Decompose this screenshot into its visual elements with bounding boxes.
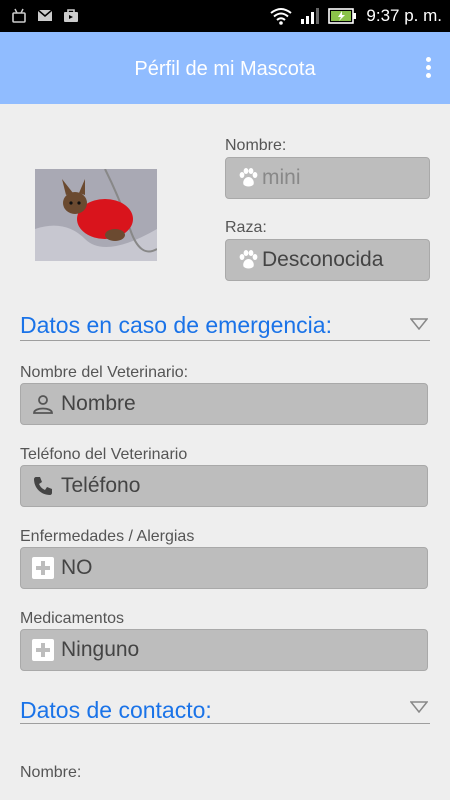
paw-icon — [234, 164, 262, 192]
clock: 9:37 p. m. — [366, 6, 442, 25]
overflow-menu-icon[interactable] — [422, 57, 434, 81]
diseases-value: NO — [61, 556, 93, 579]
battery-charging-icon — [328, 8, 357, 24]
medications-value: Ninguno — [61, 638, 140, 661]
signal-icon — [301, 8, 320, 24]
notification-icons — [10, 6, 80, 24]
emergency-section-title[interactable]: Datos en caso de emergencia: — [20, 312, 332, 339]
page-title: Pérfil de mi Mascota — [134, 58, 316, 80]
medications-field[interactable]: Ninguno — [20, 629, 428, 671]
app-bar: Pérfil de mi Mascota — [0, 32, 450, 104]
vet-name-field[interactable]: Nombre — [20, 383, 428, 425]
diseases-label: Enfermedades / Alergias — [20, 528, 195, 545]
vet-name-placeholder: Nombre — [61, 392, 136, 415]
contact-section-title[interactable]: Datos de contacto: — [20, 697, 212, 724]
section-divider — [20, 723, 430, 724]
medical-cross-icon — [29, 554, 57, 582]
vet-phone-field[interactable]: Teléfono — [20, 465, 428, 507]
store-bag-icon — [64, 9, 78, 22]
chevron-down-icon[interactable] — [410, 318, 428, 330]
pet-name-field[interactable]: mini — [225, 157, 430, 199]
vet-phone-label: Teléfono del Veterinario — [20, 446, 188, 463]
wifi-icon — [270, 8, 293, 25]
vet-phone-placeholder: Teléfono — [61, 474, 141, 497]
person-icon — [29, 390, 57, 418]
contact-name-label: Nombre: — [20, 764, 82, 781]
system-icons: 9:37 p. m. — [270, 6, 442, 26]
pet-breed-value: Desconocida — [262, 248, 384, 271]
section-divider — [20, 340, 430, 341]
phone-icon — [29, 472, 57, 500]
pet-breed-field[interactable]: Desconocida — [225, 239, 430, 281]
mail-icon — [37, 9, 53, 21]
status-bar: 9:37 p. m. — [0, 0, 450, 32]
pet-breed-label: Raza: — [225, 219, 267, 236]
chevron-down-icon[interactable] — [410, 701, 428, 713]
pet-photo[interactable] — [35, 168, 158, 261]
diseases-field[interactable]: NO — [20, 547, 428, 589]
vet-name-label: Nombre del Veterinario: — [20, 364, 189, 381]
android-debug-icon — [12, 8, 26, 23]
pet-name-label: Nombre: — [225, 137, 287, 154]
medical-cross-icon — [29, 636, 57, 664]
pet-name-value: mini — [262, 166, 301, 189]
medications-label: Medicamentos — [20, 610, 125, 627]
paw-icon — [234, 246, 262, 274]
